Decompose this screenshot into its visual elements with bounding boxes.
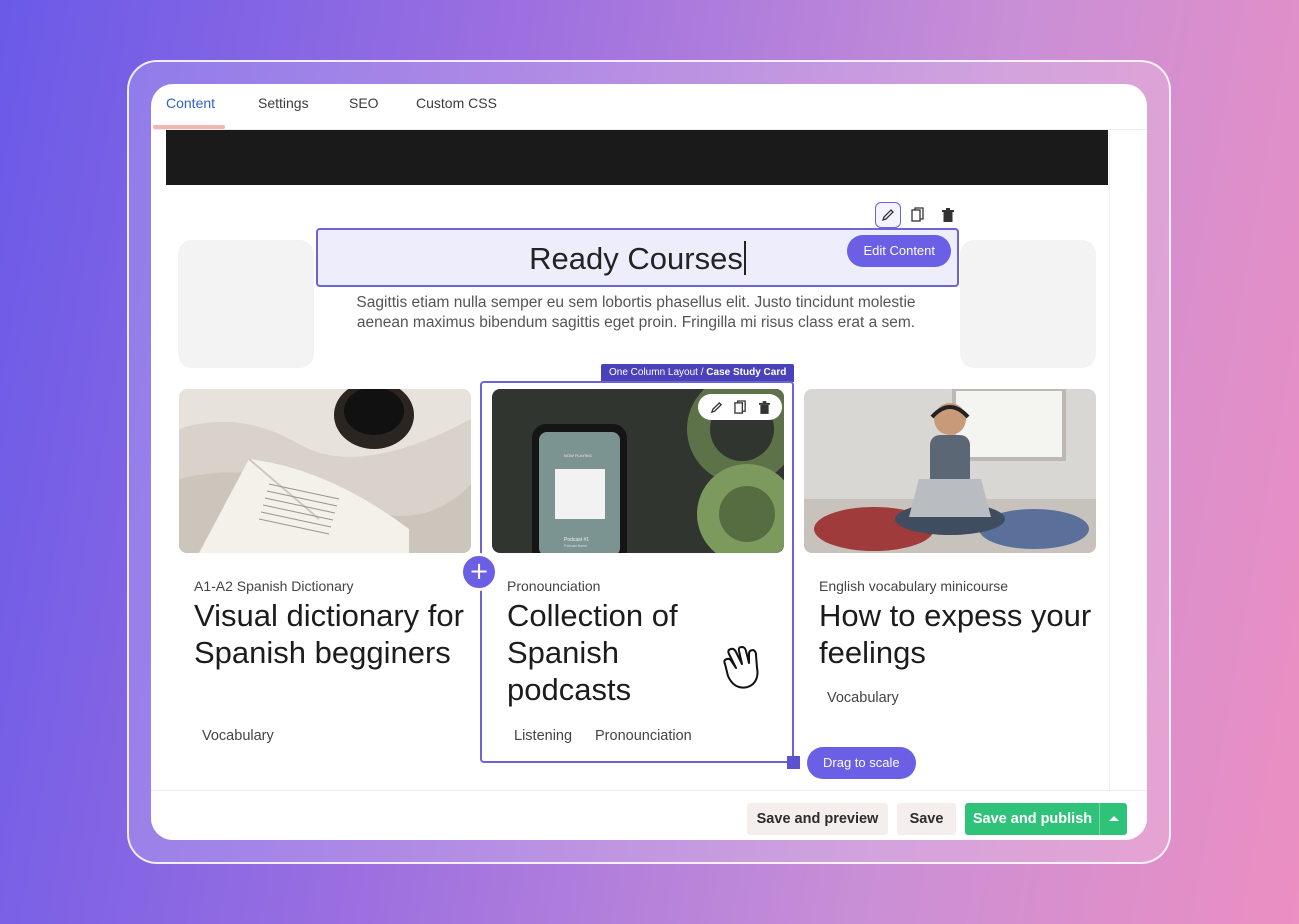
tab-seo[interactable]: SEO xyxy=(349,95,379,111)
trash-icon[interactable] xyxy=(935,202,961,228)
header-block xyxy=(166,130,1108,185)
resize-handle[interactable] xyxy=(787,756,800,769)
tab-custom-css[interactable]: Custom CSS xyxy=(416,95,497,111)
placeholder-right xyxy=(960,240,1096,368)
card-2-category: Pronounciation xyxy=(507,578,601,594)
tab-bar: Content Settings SEO Custom CSS xyxy=(151,84,1147,130)
placeholder-left xyxy=(178,240,314,368)
duplicate-icon[interactable] xyxy=(905,202,931,228)
trash-icon[interactable] xyxy=(754,397,774,417)
add-block-button[interactable]: + xyxy=(460,553,498,591)
publish-options-caret-icon[interactable] xyxy=(1099,803,1127,835)
tab-settings[interactable]: Settings xyxy=(258,95,309,111)
edit-content-button[interactable]: Edit Content xyxy=(847,235,951,267)
card-1-title: Visual dictionary for Spanish begginers xyxy=(194,598,464,670)
title-toolbar xyxy=(875,202,961,228)
card-1-category: A1-A2 Spanish Dictionary xyxy=(194,578,354,594)
card-2-title: Collection of Spanish podcasts xyxy=(507,598,678,707)
card-3-tag: Vocabulary xyxy=(827,690,899,706)
save-button[interactable]: Save xyxy=(897,803,956,835)
edit-pencil-icon[interactable] xyxy=(875,202,901,228)
card-1-tag: Vocabulary xyxy=(202,728,274,744)
component-breadcrumb: One Column Layout / Case Study Card xyxy=(601,364,795,382)
duplicate-icon[interactable] xyxy=(730,397,750,417)
card-2-tag-listening: Listening xyxy=(514,728,573,744)
card-3-title: How to expess your feelings xyxy=(819,598,1092,670)
hand-cursor-icon xyxy=(719,646,767,694)
tab-content[interactable]: Content xyxy=(166,95,215,111)
footer-bar: Save and preview Save Save and publish xyxy=(151,790,1147,840)
card-2-tag-pronounciation: Pronounciation xyxy=(595,728,692,744)
title-editable[interactable]: Ready Courses Edit Content xyxy=(316,228,959,287)
card-image-book-coffee xyxy=(179,389,471,553)
section-subtitle: Sagittis etiam nulla semper eu sem lobor… xyxy=(356,294,916,331)
drag-to-scale-badge[interactable]: Drag to scale xyxy=(807,747,916,779)
text-caret xyxy=(743,241,746,275)
editor-panel: Content Settings SEO Custom CSS Ready Co… xyxy=(151,84,1147,840)
card-3-category: English vocabulary minicourse xyxy=(819,578,1009,594)
save-and-publish-button[interactable]: Save and publish xyxy=(965,803,1100,835)
card-toolbar xyxy=(698,394,782,420)
edit-pencil-icon[interactable] xyxy=(706,397,726,417)
breadcrumb-separator: / xyxy=(700,367,704,378)
save-and-preview-button[interactable]: Save and preview xyxy=(747,803,888,835)
breadcrumb-layout: One Column Layout xyxy=(609,367,698,378)
active-tab-indicator xyxy=(153,125,225,129)
breadcrumb-component: Case Study Card xyxy=(706,367,787,378)
card-image-girl-laptop xyxy=(804,389,1096,553)
scrollbar[interactable] xyxy=(1109,130,1147,790)
